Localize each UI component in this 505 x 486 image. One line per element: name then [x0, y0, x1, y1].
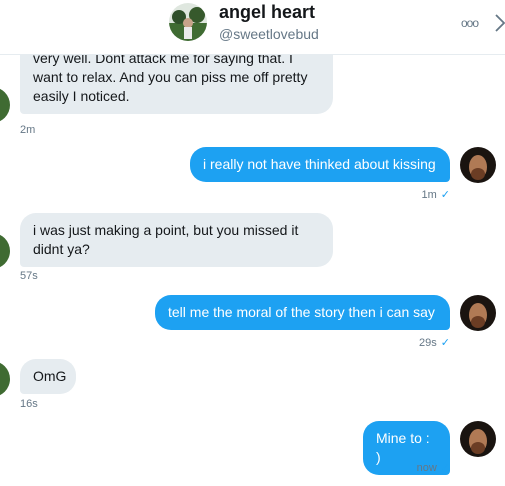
message-timestamp: 57s: [20, 270, 38, 282]
read-check-icon: ✓: [440, 462, 450, 474]
message-timestamp: 29s ✓: [419, 337, 450, 349]
message-received[interactable]: OmG: [20, 359, 76, 394]
message-text: tell me the moral of the story then i ca…: [168, 304, 435, 320]
chevron-right-icon[interactable]: [493, 12, 505, 34]
message-text: i was just making a point, but you misse…: [33, 222, 299, 257]
own-avatar[interactable]: [460, 421, 496, 457]
message-received[interactable]: very well. Dont attack me for saying tha…: [20, 55, 333, 114]
message-timestamp: 1m ✓: [421, 189, 451, 201]
message-sent[interactable]: tell me the moral of the story then i ca…: [155, 295, 450, 330]
own-avatar[interactable]: [460, 295, 496, 331]
contact-message-avatar[interactable]: [0, 361, 10, 397]
read-check-icon: ✓: [440, 189, 450, 201]
read-check-icon: ✓: [440, 337, 450, 349]
message-sent[interactable]: i really not have thinked about kissing: [190, 147, 450, 182]
message-text: Mine to : ): [376, 430, 430, 465]
more-options-icon[interactable]: ooo: [461, 16, 479, 30]
message-received[interactable]: i was just making a point, but you misse…: [20, 213, 333, 267]
conversation-header: angel heart @sweetlovebud ooo: [0, 0, 505, 55]
contact-message-avatar[interactable]: [0, 87, 10, 123]
message-timestamp: now ✓: [416, 462, 450, 474]
contact-name[interactable]: angel heart: [219, 2, 315, 23]
contact-avatar[interactable]: [169, 3, 207, 41]
message-text: i really not have thinked about kissing: [203, 156, 436, 172]
contact-handle[interactable]: @sweetlovebud: [219, 26, 319, 42]
message-timestamp: 16s: [20, 398, 38, 410]
message-thread: very well. Dont attack me for saying tha…: [0, 55, 505, 486]
message-text: very well. Dont attack me for saying tha…: [33, 55, 308, 104]
contact-message-avatar[interactable]: [0, 233, 10, 269]
message-text: OmG: [33, 368, 67, 384]
own-avatar[interactable]: [460, 147, 496, 183]
message-timestamp: 2m: [20, 124, 36, 136]
